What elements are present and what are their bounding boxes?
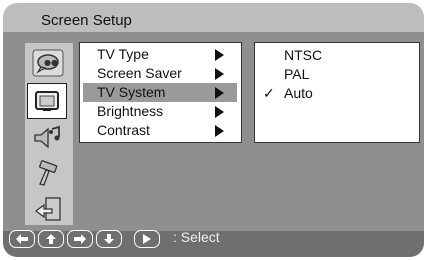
screen-setup-panel: Screen Setup ●● TV Type Screen Saver TV …	[3, 3, 424, 257]
screen: Screen Setup ●● TV Type Screen Saver TV …	[0, 0, 427, 260]
hammer-tool-icon[interactable]	[28, 157, 68, 189]
speech-bubble-icon[interactable]: ●●	[28, 47, 68, 79]
submenu-arrow-icon	[215, 68, 224, 80]
menu-item-brightness[interactable]: Brightness	[83, 102, 237, 121]
menu-item-label: Screen Saver	[97, 65, 182, 81]
select-hint-text: : Select	[173, 229, 220, 245]
exit-arrow-icon[interactable]	[28, 193, 68, 225]
menu-item-tv-system[interactable]: TV System	[83, 83, 237, 102]
option-auto[interactable]: Auto	[284, 85, 313, 101]
option-ntsc[interactable]: NTSC	[284, 47, 322, 63]
footer-hint-bar: : Select	[3, 225, 424, 257]
audio-speaker-icon[interactable]	[28, 121, 68, 153]
menu-item-label: TV System	[97, 84, 166, 100]
submenu-arrow-icon	[215, 49, 224, 61]
submenu-arrow-icon	[215, 87, 224, 99]
svg-text:●●: ●●	[44, 58, 58, 67]
option-pal[interactable]: PAL	[284, 66, 309, 82]
menu-item-label: Brightness	[97, 103, 164, 119]
play-key-icon	[134, 230, 160, 248]
menu-item-contrast[interactable]: Contrast	[83, 121, 237, 140]
checkmark-icon: ✓	[263, 85, 275, 101]
tv-system-options: NTSC PAL ✓ Auto	[254, 42, 420, 143]
screen-setup-menu: TV Type Screen Saver TV System Brightnes…	[79, 42, 242, 143]
right-arrow-key-icon	[67, 230, 93, 248]
up-arrow-key-icon	[38, 230, 64, 248]
icon-sidebar: ●●	[25, 43, 73, 225]
submenu-arrow-icon	[215, 106, 224, 118]
menu-item-screen-saver[interactable]: Screen Saver	[83, 64, 237, 83]
tv-screen-icon[interactable]	[27, 83, 67, 119]
left-arrow-key-icon	[9, 230, 35, 248]
page-title: Screen Setup	[41, 12, 132, 29]
down-arrow-key-icon	[96, 230, 122, 248]
menu-item-label: Contrast	[97, 122, 150, 138]
submenu-arrow-icon	[215, 125, 224, 137]
menu-item-tv-type[interactable]: TV Type	[83, 45, 237, 64]
menu-item-label: TV Type	[97, 46, 149, 62]
